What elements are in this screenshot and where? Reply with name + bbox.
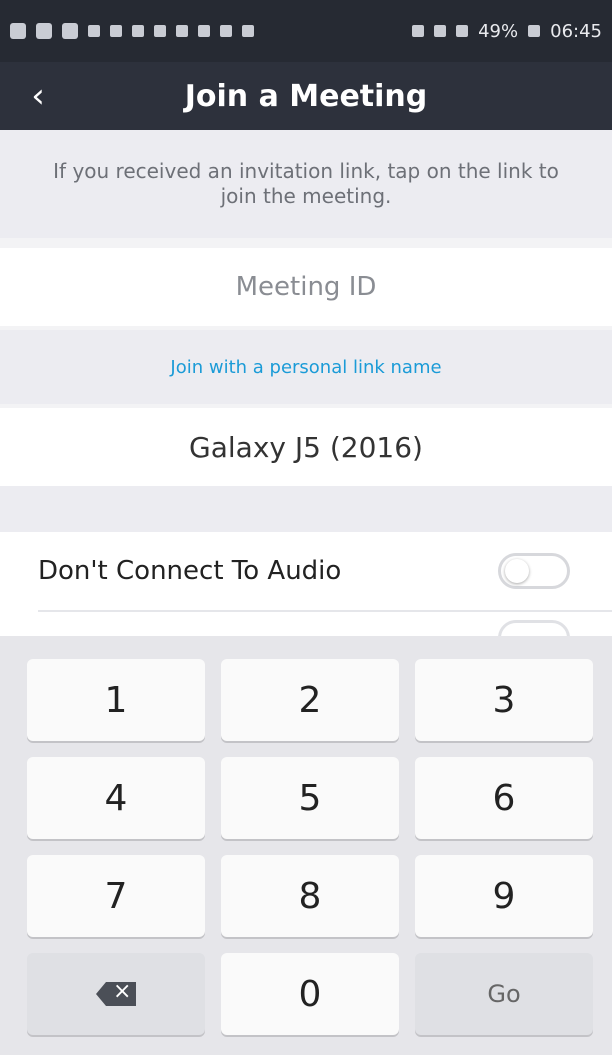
key-7[interactable]: 7 [27,855,205,937]
meeting-id-input[interactable]: Meeting ID [0,248,612,326]
status-bar: 49% 06:45 [0,0,612,62]
key-2[interactable]: 2 [221,659,399,741]
signal-icon [456,25,469,37]
join-personal-link-button[interactable]: Join with a personal link name [0,330,612,404]
battery-percent: 49% [478,20,519,42]
gmail-icon [88,25,100,37]
key-1[interactable]: 1 [27,659,205,741]
key-8[interactable]: 8 [221,855,399,937]
battery-icon [528,25,541,37]
go-key[interactable]: Go [415,953,593,1035]
divider [38,610,612,612]
cloud-icon [36,23,52,39]
audio-settings: Don't Connect To Audio [0,532,612,656]
audio-toggle-label: Don't Connect To Audio [38,556,342,586]
mail-icon [110,25,122,37]
flag-icon [132,25,144,37]
status-icons-right: 49% 06:45 [412,21,602,42]
clock: 06:45 [550,20,602,42]
key-9[interactable]: 9 [415,855,593,937]
key-6[interactable]: 6 [415,757,593,839]
key-5[interactable]: 5 [221,757,399,839]
key-4[interactable]: 4 [27,757,205,839]
status-icons-left [10,23,254,39]
section-spacer [0,486,612,532]
backspace-key[interactable] [27,953,205,1035]
key-icon [154,25,166,37]
wifi-icon [412,25,425,37]
audio-toggle[interactable] [498,553,570,589]
music-icon [242,25,254,37]
backspace-icon [96,982,136,1006]
usb-icon [176,25,188,37]
key-0[interactable]: 0 [221,953,399,1035]
app-bar: ‹ Join a Meeting [0,62,612,130]
name-input[interactable]: Galaxy J5 (2016) [0,408,612,486]
message-icon [10,23,26,39]
numeric-keypad: 1 2 3 4 5 6 7 8 9 0 Go [0,636,612,1055]
mail-icon [198,25,210,37]
key-3[interactable]: 3 [415,659,593,741]
setting-row-audio: Don't Connect To Audio [0,532,612,610]
video-icon [220,25,232,37]
page-title: Join a Meeting [184,78,428,114]
invitation-hint: If you received an invitation link, tap … [0,130,612,238]
sim-icon [434,25,447,37]
back-button[interactable]: ‹ [18,62,58,130]
image-icon [62,23,78,39]
